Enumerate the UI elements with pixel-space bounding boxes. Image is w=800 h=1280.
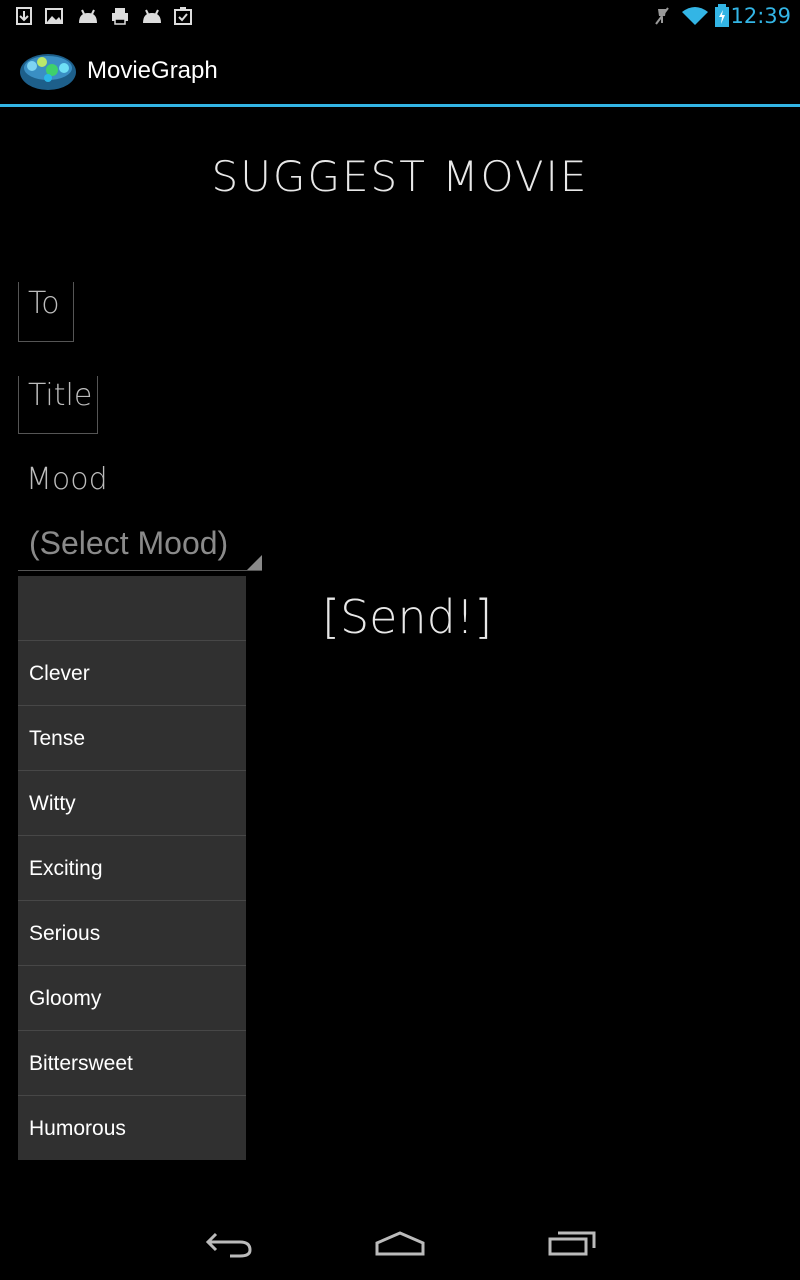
android-icon [143, 9, 161, 23]
printer-icon [112, 8, 128, 25]
android-icon [79, 9, 97, 23]
recent-apps-icon[interactable] [542, 1226, 602, 1262]
mood-option-witty[interactable]: Witty [18, 770, 246, 835]
mood-dropdown-list: Clever Tense Witty Exciting Serious Gloo… [18, 576, 246, 1160]
title-field-hint: Title [28, 378, 93, 413]
page-title: SUGGEST MOVIE [211, 152, 589, 201]
home-icon[interactable] [370, 1226, 430, 1262]
wifi-icon [682, 7, 708, 25]
checklist-icon [174, 7, 192, 25]
dropdown-caret-icon [247, 555, 262, 570]
mood-option-clever[interactable]: Clever [18, 640, 246, 705]
mood-option-label: Bittersweet [29, 1052, 133, 1075]
image-icon [45, 8, 63, 24]
mood-option-serious[interactable]: Serious [18, 900, 246, 965]
mood-option-tense[interactable]: Tense [18, 705, 246, 770]
app-title: MovieGraph [87, 57, 218, 84]
mood-option-label: Tense [29, 727, 86, 750]
mood-select[interactable]: (Select Mood) [18, 520, 262, 571]
mood-option-label: Serious [29, 922, 101, 945]
status-time: 12:39 [730, 4, 791, 28]
mood-option-humorous[interactable]: Humorous [18, 1095, 246, 1160]
send-button[interactable]: [Send!] [322, 590, 492, 644]
back-icon[interactable] [200, 1226, 260, 1262]
mood-option-label: Witty [29, 792, 76, 815]
mood-option-gloomy[interactable]: Gloomy [18, 965, 246, 1030]
mood-option-label: Exciting [29, 857, 103, 880]
download-icon [16, 7, 32, 25]
mood-option-empty[interactable] [18, 576, 246, 641]
action-bar-divider [0, 104, 800, 107]
battery-charging-icon [715, 4, 729, 27]
mood-option-label: Gloomy [29, 987, 102, 1010]
app-logo-icon[interactable] [18, 48, 78, 94]
mood-option-exciting[interactable]: Exciting [18, 835, 246, 900]
mood-option-label: Clever [29, 662, 90, 685]
mood-option-bittersweet[interactable]: Bittersweet [18, 1030, 246, 1095]
mood-label: Mood [26, 462, 108, 497]
mute-icon [655, 7, 669, 25]
to-field-hint: To [28, 286, 60, 321]
mood-select-value: (Select Mood) [29, 525, 229, 561]
status-bar: 12:39 [0, 0, 800, 34]
mood-option-label: Humorous [29, 1117, 126, 1140]
